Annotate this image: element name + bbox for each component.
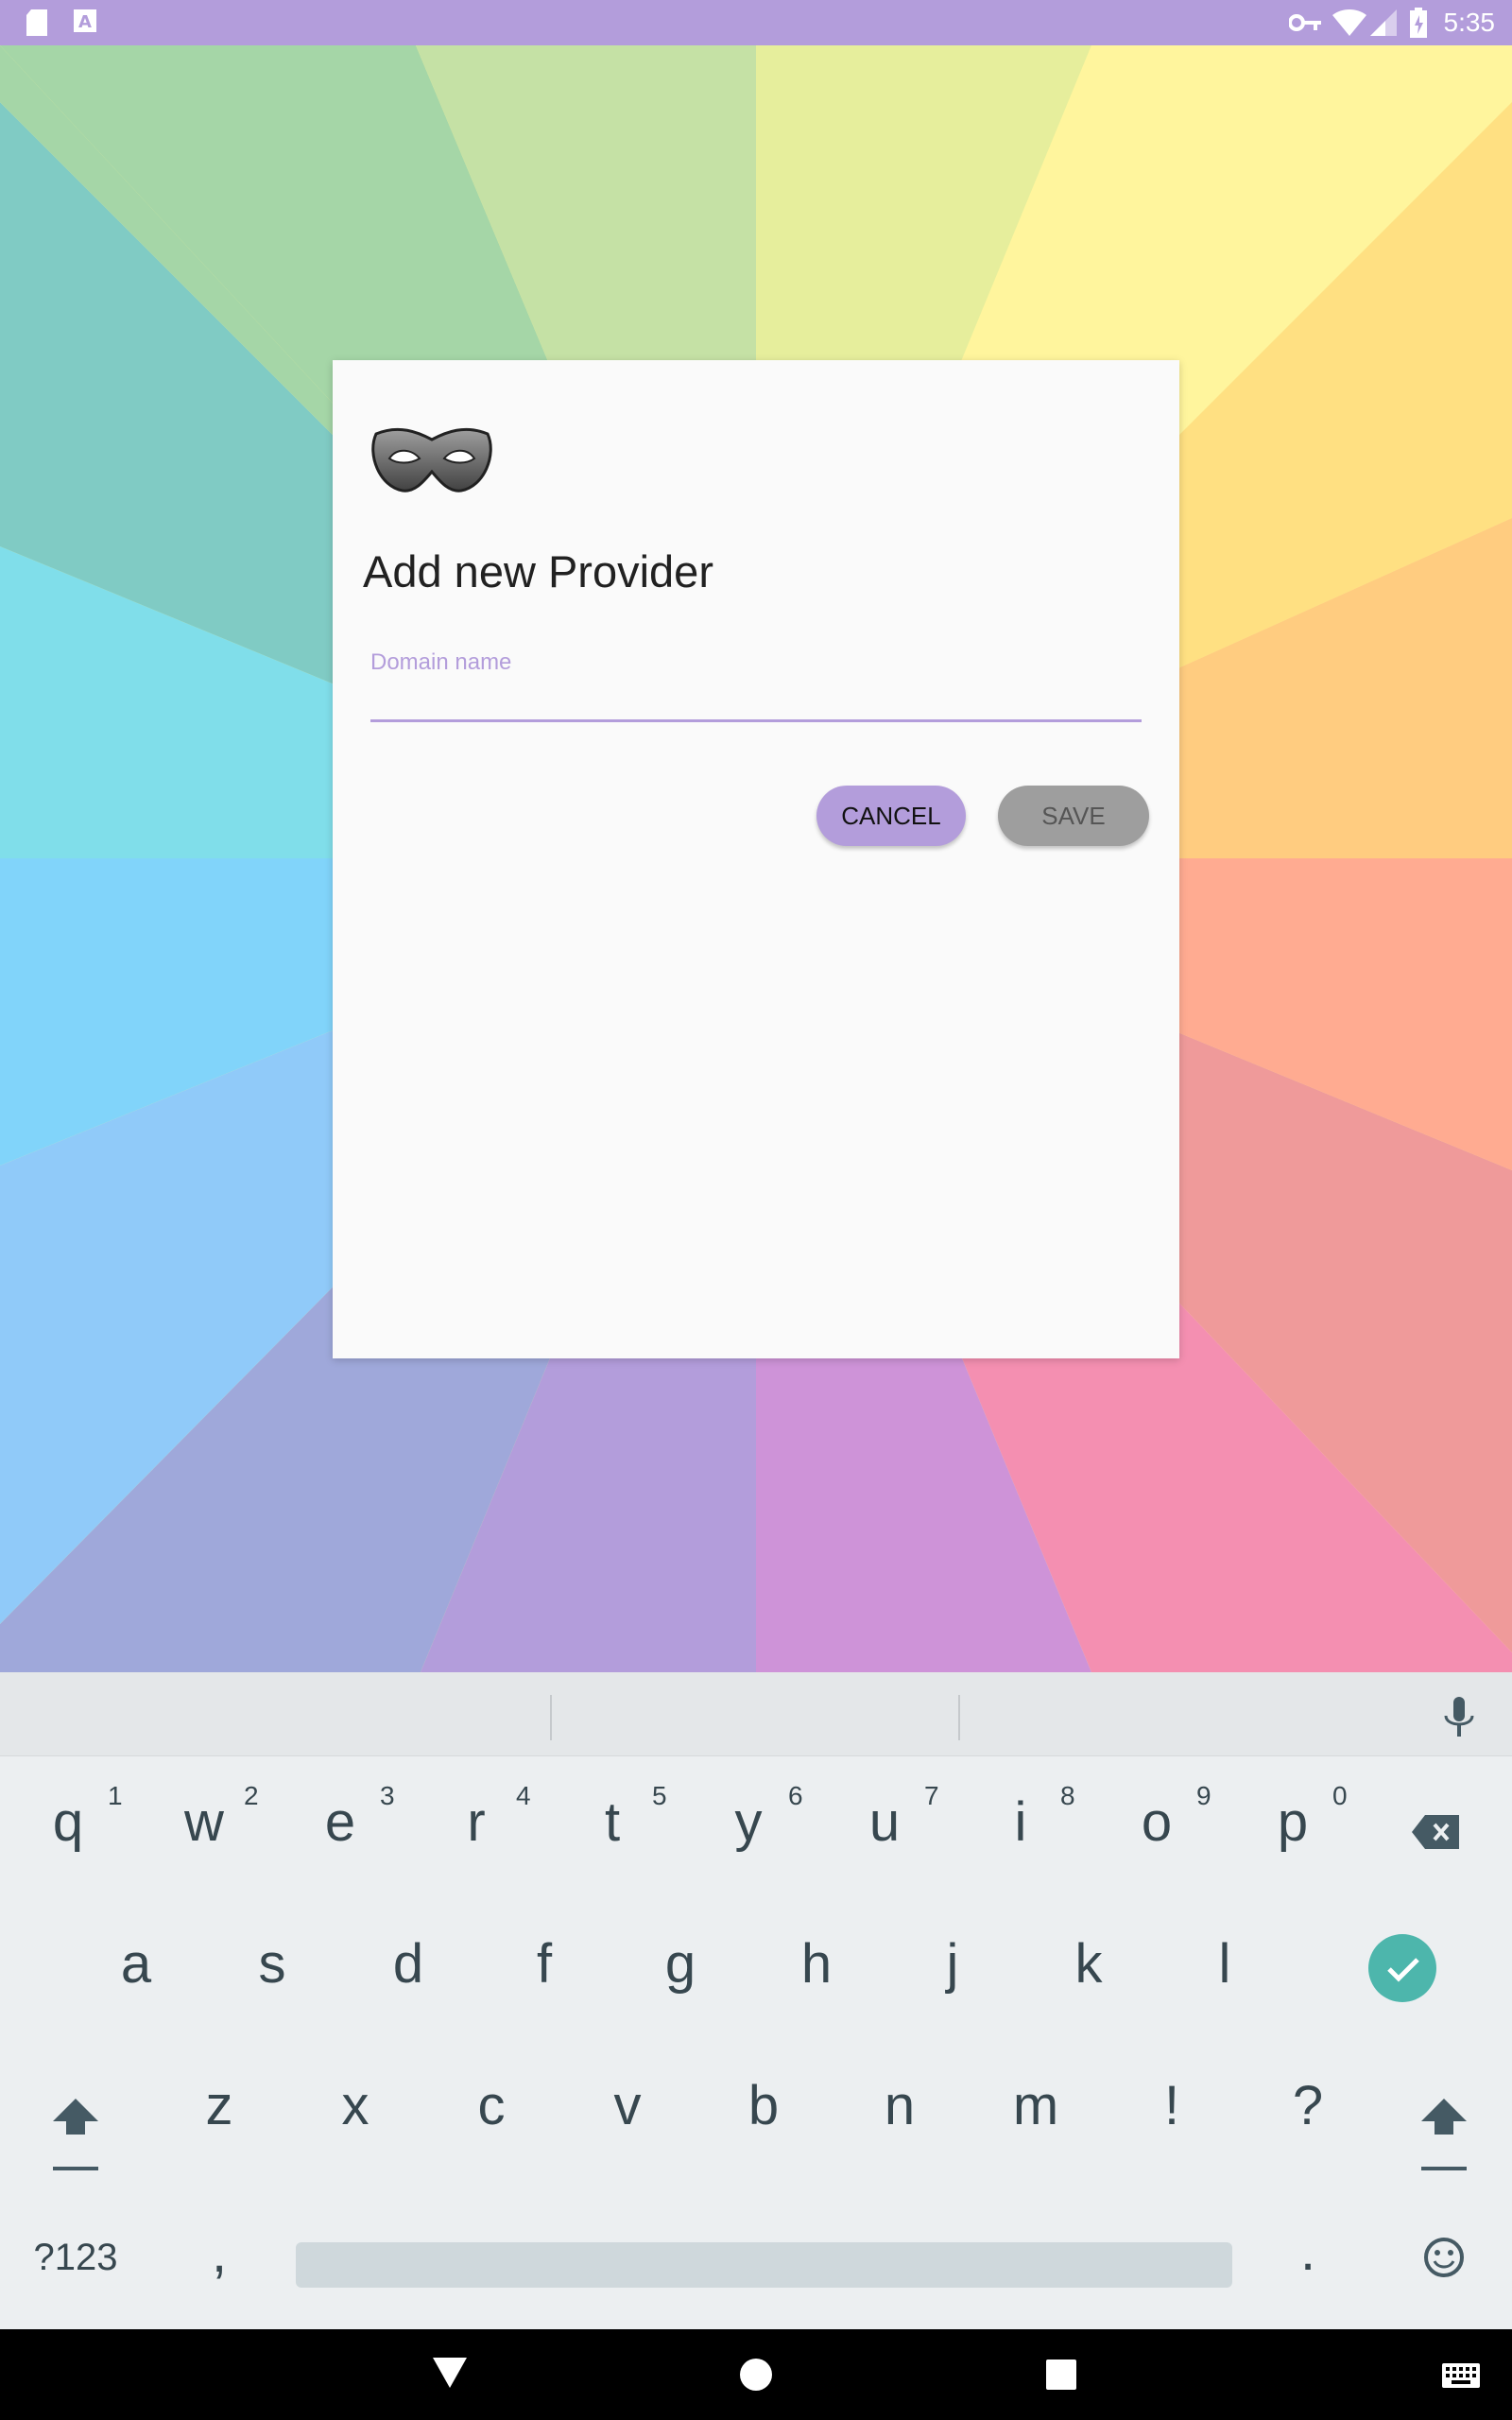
domain-name-label: Domain name bbox=[370, 649, 512, 675]
shift-icon bbox=[53, 2099, 98, 2170]
key-j[interactable]: j bbox=[885, 1898, 1021, 2031]
shift-key-right[interactable] bbox=[1376, 2040, 1512, 2172]
key-label: o bbox=[1141, 1791, 1173, 1853]
key-label: n bbox=[884, 2075, 916, 2136]
shift-key-left[interactable] bbox=[0, 2040, 151, 2172]
key-label: g bbox=[664, 1933, 696, 1995]
keyboard-switch-icon[interactable] bbox=[1442, 2363, 1480, 2388]
key-r[interactable]: 4r bbox=[408, 1756, 544, 1889]
key-question[interactable]: ? bbox=[1240, 2040, 1376, 2172]
key-p[interactable]: 0p bbox=[1225, 1756, 1361, 1889]
navigation-bar bbox=[0, 2329, 1512, 2420]
key-u[interactable]: 7u bbox=[816, 1756, 953, 1889]
key-m[interactable]: m bbox=[968, 2040, 1104, 2172]
key-label: p bbox=[1277, 1791, 1309, 1853]
symbols-key[interactable]: ?123 bbox=[0, 2191, 151, 2324]
key-label: r bbox=[467, 1791, 486, 1853]
key-t[interactable]: 5t bbox=[544, 1756, 680, 1889]
domain-name-input[interactable] bbox=[370, 680, 1142, 722]
comma-key[interactable]: , bbox=[151, 2191, 287, 2324]
add-provider-dialog: Add new Provider Domain name CANCEL SAVE bbox=[333, 360, 1179, 1358]
key-label: y bbox=[734, 1791, 763, 1853]
suggestion-strip bbox=[0, 1672, 1512, 1756]
emoji-icon bbox=[1424, 2238, 1464, 2277]
key-exclamation[interactable]: ! bbox=[1104, 2040, 1240, 2172]
dialog-title: Add new Provider bbox=[363, 546, 713, 596]
key-label: , bbox=[211, 2222, 228, 2284]
key-h[interactable]: h bbox=[748, 1898, 885, 2031]
key-label: u bbox=[868, 1791, 901, 1853]
back-icon[interactable] bbox=[433, 2358, 467, 2388]
emoji-key[interactable] bbox=[1376, 2191, 1512, 2324]
key-label: c bbox=[477, 2075, 506, 2136]
key-l[interactable]: l bbox=[1157, 1898, 1293, 2031]
key-y[interactable]: 6y bbox=[680, 1756, 816, 1889]
done-key[interactable] bbox=[1334, 1898, 1470, 2031]
key-label: b bbox=[747, 2075, 780, 2136]
key-label: ?123 bbox=[33, 2237, 118, 2278]
key-k[interactable]: k bbox=[1021, 1898, 1157, 2031]
key-label: ! bbox=[1163, 2075, 1180, 2136]
backspace-key[interactable] bbox=[1361, 1756, 1512, 1889]
key-v[interactable]: v bbox=[559, 2040, 696, 2172]
home-icon[interactable] bbox=[739, 2358, 773, 2392]
key-label: w bbox=[184, 1791, 224, 1853]
key-b[interactable]: b bbox=[696, 2040, 832, 2172]
key-label: k bbox=[1074, 1933, 1103, 1995]
sd-card-icon bbox=[26, 9, 47, 36]
svg-text:A: A bbox=[78, 12, 92, 32]
wifi-icon bbox=[1332, 9, 1366, 36]
suggestion-divider bbox=[550, 1695, 552, 1740]
status-time: 5:35 bbox=[1443, 8, 1496, 37]
key-label: . bbox=[1299, 2221, 1316, 2282]
key-label: t bbox=[604, 1791, 621, 1853]
space-bar[interactable] bbox=[296, 2242, 1232, 2288]
key-label: l bbox=[1218, 1933, 1231, 1995]
recents-icon[interactable] bbox=[1046, 2360, 1076, 2390]
key-label: q bbox=[52, 1791, 84, 1853]
key-label: i bbox=[1014, 1791, 1027, 1853]
key-z[interactable]: z bbox=[151, 2040, 287, 2172]
key-label: h bbox=[800, 1933, 833, 1995]
period-key[interactable]: . bbox=[1240, 2191, 1376, 2324]
key-x[interactable]: x bbox=[287, 2040, 423, 2172]
shift-icon bbox=[1421, 2099, 1467, 2170]
key-i[interactable]: 8i bbox=[953, 1756, 1089, 1889]
key-e[interactable]: 3e bbox=[272, 1756, 408, 1889]
microphone-icon[interactable] bbox=[1442, 1697, 1476, 1738]
status-bar: A 5:35 bbox=[0, 0, 1512, 45]
key-g[interactable]: g bbox=[612, 1898, 748, 2031]
key-q[interactable]: 1q bbox=[0, 1756, 136, 1889]
backspace-icon bbox=[1412, 1815, 1459, 1849]
key-label: f bbox=[536, 1933, 553, 1995]
key-label: ? bbox=[1292, 2075, 1324, 2136]
key-label: m bbox=[1012, 2075, 1059, 2136]
key-w[interactable]: 2w bbox=[136, 1756, 272, 1889]
mask-icon bbox=[371, 427, 492, 493]
key-label: d bbox=[392, 1933, 424, 1995]
key-a[interactable]: a bbox=[68, 1898, 204, 2031]
key-s[interactable]: s bbox=[204, 1898, 340, 2031]
suggestion-divider bbox=[958, 1695, 960, 1740]
cell-signal-icon bbox=[1370, 9, 1397, 36]
key-f[interactable]: f bbox=[476, 1898, 612, 2031]
save-button[interactable]: SAVE bbox=[998, 786, 1149, 846]
key-label: e bbox=[324, 1791, 356, 1853]
keyboard-a-icon: A bbox=[74, 9, 96, 32]
key-d[interactable]: d bbox=[340, 1898, 476, 2031]
cancel-button[interactable]: CANCEL bbox=[816, 786, 966, 846]
key-label: a bbox=[120, 1933, 152, 1995]
key-n[interactable]: n bbox=[832, 2040, 968, 2172]
check-icon bbox=[1368, 1934, 1436, 2002]
key-label: v bbox=[613, 2075, 642, 2136]
key-label: s bbox=[258, 1933, 286, 1995]
key-c[interactable]: c bbox=[423, 2040, 559, 2172]
key-label: z bbox=[205, 2075, 233, 2136]
battery-charging-icon bbox=[1410, 8, 1427, 38]
key-label: j bbox=[946, 1933, 959, 1995]
vpn-key-icon bbox=[1289, 14, 1321, 31]
key-label: x bbox=[341, 2075, 369, 2136]
key-o[interactable]: 9o bbox=[1089, 1756, 1225, 1889]
